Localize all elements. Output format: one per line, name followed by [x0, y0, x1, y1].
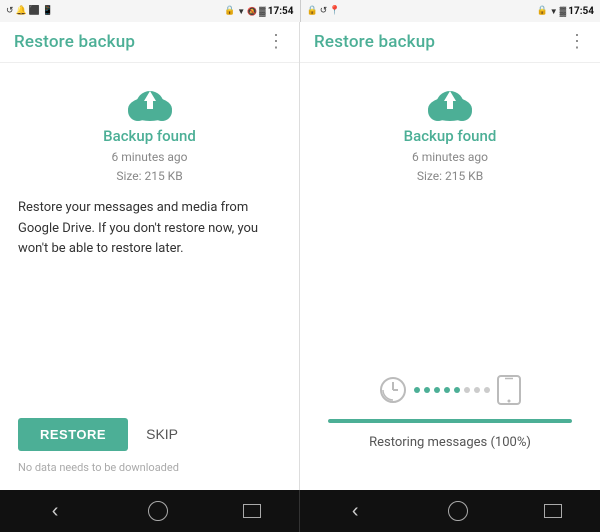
screen1-title: Restore backup — [14, 32, 135, 52]
screen2-home-button[interactable] — [448, 501, 468, 521]
cloud-upload-icon-1 — [124, 83, 176, 121]
screen2-status-left: 🔒 ↺ 📍 — [307, 6, 341, 16]
dot-7 — [474, 387, 480, 393]
cloud-icon-wrap-2 — [318, 83, 582, 121]
screen2-time: 17:54 — [568, 6, 594, 17]
screen1-backup-size: Size: 215 KB — [116, 169, 182, 183]
dot-6 — [464, 387, 470, 393]
screen2-more-icon[interactable]: ⋮ — [568, 33, 586, 51]
dot-8 — [484, 387, 490, 393]
dot-2 — [424, 387, 430, 393]
screen2-backup-found: Backup found — [318, 127, 582, 145]
screen1-back-button[interactable]: ‹ — [38, 494, 73, 529]
screen1-header: Restore backup ⋮ — [0, 22, 299, 63]
screen2-content: Backup found 6 minutes ago Size: 215 KB — [300, 63, 600, 490]
screen1-buttons: RESTORE SKIP — [18, 417, 281, 451]
screen2-status-right: 🔒 ▼ ▓ 17:54 — [537, 6, 594, 17]
screen1-content: Backup found 6 minutes ago Size: 215 KB … — [0, 63, 299, 490]
screen1-home-button[interactable] — [148, 501, 168, 521]
progress-bar — [328, 419, 572, 423]
progress-bar-fill — [328, 419, 572, 423]
screen2-title: Restore backup — [314, 32, 435, 52]
screen1-action-area: RESTORE SKIP No data needs to be downloa… — [18, 407, 281, 474]
screen2-progress-area: Restoring messages (100%) — [318, 375, 582, 450]
screen1-restore-message: Restore your messages and media from Goo… — [18, 198, 281, 258]
dot-4 — [444, 387, 450, 393]
screen2-backup-size: Size: 215 KB — [417, 169, 483, 183]
screen2: Restore backup ⋮ Backup found 6 minutes … — [300, 22, 600, 490]
screen1-backup-meta: 6 minutes ago Size: 215 KB — [18, 148, 281, 186]
progress-dots — [414, 387, 490, 393]
progress-visual — [328, 375, 572, 405]
screen2-backup-time: 6 minutes ago — [412, 150, 488, 164]
screen2-restoring-text: Restoring messages (100%) — [369, 435, 531, 450]
screen2-header: Restore backup ⋮ — [300, 22, 600, 63]
cloud-icon-wrap-1 — [18, 83, 281, 121]
screen1-backup-found: Backup found — [18, 127, 281, 145]
screen1-time: 17:54 — [268, 6, 294, 17]
history-icon — [378, 375, 408, 405]
screen1-more-icon[interactable]: ⋮ — [267, 33, 285, 51]
dot-3 — [434, 387, 440, 393]
restore-button[interactable]: RESTORE — [18, 418, 128, 451]
screen1: Restore backup ⋮ Backup found 6 minutes … — [0, 22, 300, 490]
dot-5 — [454, 387, 460, 393]
dot-1 — [414, 387, 420, 393]
screen1-status-left: ↺ 🔔 ⬛ 📱 — [6, 6, 53, 16]
screen1-recents-button[interactable] — [243, 504, 261, 518]
skip-button[interactable]: SKIP — [142, 417, 182, 451]
screen1-backup-time: 6 minutes ago — [112, 150, 188, 164]
screen2-recents-button[interactable] — [544, 504, 562, 518]
screen1-status-right: 🔒 ▼ 🔕 ▓ 17:54 — [224, 6, 293, 17]
phone-icon — [496, 375, 522, 405]
screen2-backup-meta: 6 minutes ago Size: 215 KB — [318, 148, 582, 186]
screen1-no-data-text: No data needs to be downloaded — [18, 461, 281, 474]
cloud-upload-icon-2 — [424, 83, 476, 121]
screen2-back-button[interactable]: ‹ — [338, 494, 373, 529]
